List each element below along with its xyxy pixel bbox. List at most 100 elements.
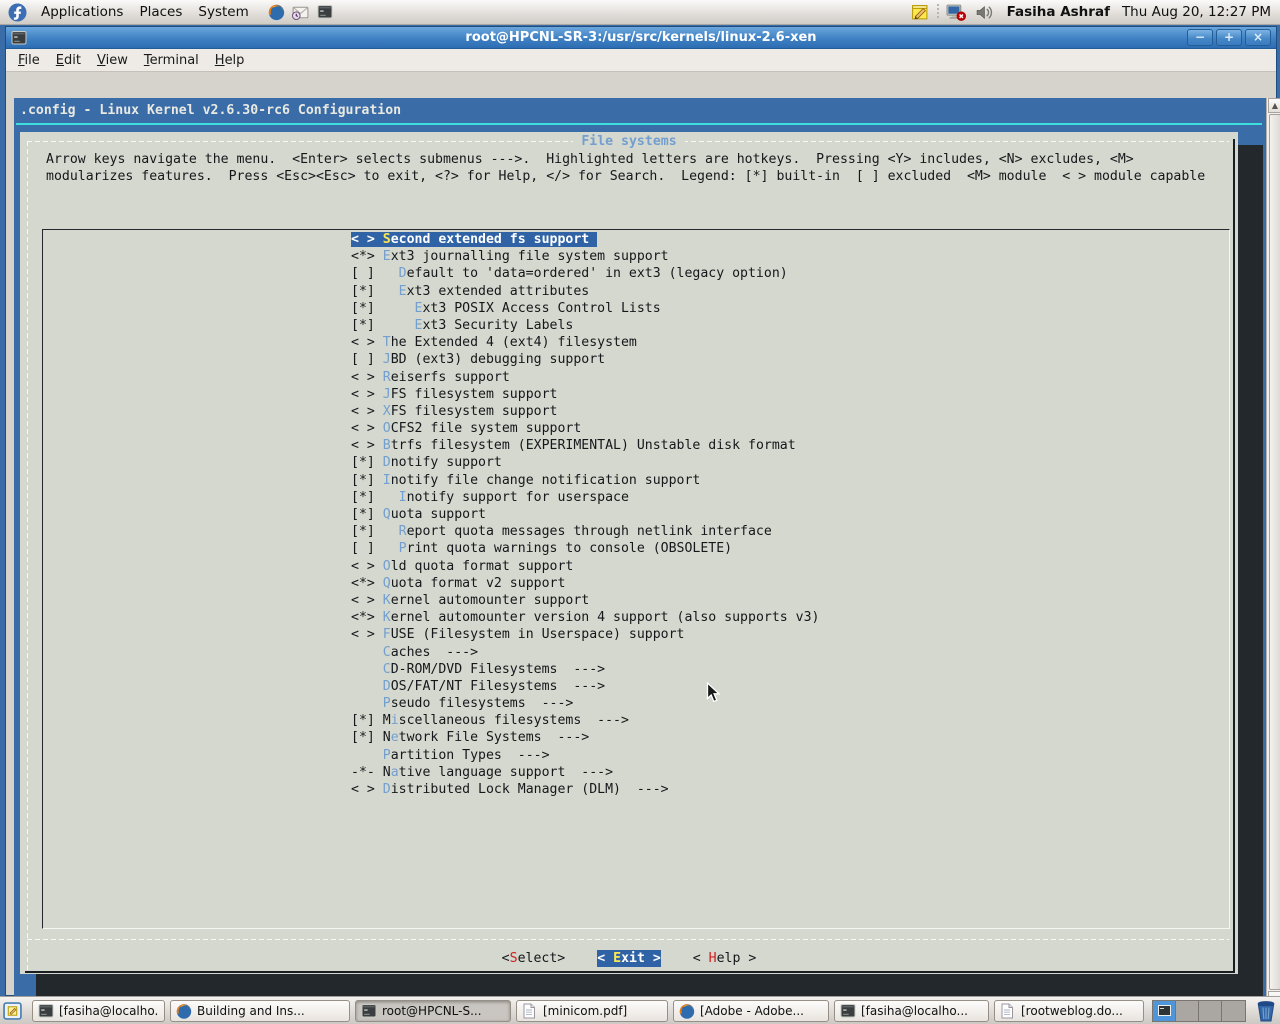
menu-item[interactable]: < > Old quota format support	[351, 558, 819, 575]
menu-item[interactable]: <*> Ext3 journalling file system support	[351, 248, 819, 265]
menu-item[interactable]: [*] Miscellaneous filesystems --->	[351, 712, 819, 729]
panel-menu-system[interactable]: System	[190, 1, 256, 23]
taskbar-window-label: root@HPCNL-S...	[382, 1004, 482, 1018]
notes-icon[interactable]	[910, 2, 930, 22]
menu-item[interactable]: Partition Types --->	[351, 747, 819, 764]
menu-item[interactable]: [*] Inotify support for userspace	[351, 489, 819, 506]
dialog-button-help[interactable]: < Help >	[693, 950, 757, 967]
panel-menus: ApplicationsPlacesSystem	[33, 1, 257, 23]
menu-item[interactable]: < > XFS filesystem support	[351, 403, 819, 420]
bottom-taskbar: [fasiha@localho...Building and Ins...roo…	[0, 996, 1280, 1024]
menubar-item-edit[interactable]: Edit	[48, 50, 89, 71]
instructions-line-2: modularizes features. Press <Esc><Esc> t…	[46, 168, 1205, 185]
volume-icon[interactable]	[975, 2, 995, 22]
dialog-button-select[interactable]: <Select>	[502, 950, 566, 967]
window-title: root@HPCNL-SR-3:/usr/src/kernels/linux-2…	[6, 30, 1276, 45]
desktop: ApplicationsPlacesSystem Fasiha Ashraf T…	[0, 0, 1280, 1024]
menu-item[interactable]: < > JFS filesystem support	[351, 386, 819, 403]
menu-item[interactable]: [*] Network File Systems --->	[351, 729, 819, 746]
menubar-item-help[interactable]: Help	[207, 50, 253, 71]
menu-item[interactable]: < > The Extended 4 (ext4) filesystem	[351, 334, 819, 351]
panel-menu-applications[interactable]: Applications	[33, 1, 131, 23]
menu-item[interactable]: [ ] Default to 'data=ordered' in ext3 (l…	[351, 265, 819, 282]
terminal-screen: .config - Linux Kernel v2.6.30-rc6 Confi…	[14, 98, 1266, 1021]
panel-menu-places[interactable]: Places	[131, 1, 190, 23]
menu-item[interactable]: < > OCFS2 file system support	[351, 420, 819, 437]
dialog-border-left	[27, 141, 28, 970]
panel-status-area: Fasiha Ashraf Thu Aug 20, 12:27 PM	[908, 2, 1275, 22]
taskbar-window-button[interactable]: [fasiha@localho...	[32, 1000, 165, 1022]
menubar-item-terminal[interactable]: Terminal	[136, 50, 207, 71]
window-controls: −+×	[1187, 29, 1271, 46]
document-icon	[1000, 1003, 1016, 1019]
terminal-window: root@HPCNL-SR-3:/usr/src/kernels/linux-2…	[5, 26, 1277, 996]
taskbar-window-button[interactable]: [fasiha@localho...	[834, 1000, 989, 1022]
dialog-title: File systems	[20, 133, 1238, 150]
taskbar-window-button[interactable]: [rootweblog.do...	[994, 1000, 1144, 1022]
menu-list: < > Second extended fs support <*> Ext3 …	[351, 231, 819, 798]
dialog-button-exit[interactable]: < Exit >	[597, 950, 661, 967]
menu-item[interactable]: CD-ROM/DVD Filesystems --->	[351, 661, 819, 678]
terminal-window-icon	[11, 30, 27, 46]
menu-item[interactable]: [ ] Print quota warnings to console (OBS…	[351, 540, 819, 557]
menubar-item-view[interactable]: View	[89, 50, 136, 71]
firefox-icon[interactable]	[267, 2, 287, 22]
menu-item[interactable]: [*] Ext3 extended attributes	[351, 283, 819, 300]
menu-item[interactable]: < > Btrfs filesystem (EXPERIMENTAL) Unst…	[351, 437, 819, 454]
workspace-1[interactable]	[1153, 1001, 1176, 1021]
taskbar-window-label: [rootweblog.do...	[1021, 1004, 1123, 1018]
status-separator	[937, 4, 939, 20]
menu-item[interactable]: < > FUSE (Filesystem in Userspace) suppo…	[351, 626, 819, 643]
menu-item[interactable]: <*> Quota format v2 support	[351, 575, 819, 592]
workspace-4[interactable]	[1222, 1001, 1245, 1021]
menu-item[interactable]: < > Reiserfs support	[351, 369, 819, 386]
terminal-scrollbar[interactable]: ▲ ▲ ▼	[1266, 98, 1280, 1021]
menu-item[interactable]: [*] Ext3 Security Labels	[351, 317, 819, 334]
dialog-shadow-right	[1238, 145, 1263, 997]
scrollbar-thumb[interactable]	[1269, 114, 1280, 990]
taskbar-window-button[interactable]: [minicom.pdf]	[516, 1000, 668, 1022]
menu-item[interactable]: < > Kernel automounter support	[351, 592, 819, 609]
close-button[interactable]: ×	[1245, 29, 1271, 46]
menu-item[interactable]: < > Second extended fs support	[351, 231, 819, 248]
menu-item[interactable]: DOS/FAT/NT Filesystems --->	[351, 678, 819, 695]
menu-item[interactable]: [*] Inotify file change notification sup…	[351, 472, 819, 489]
fedora-logo-icon[interactable]	[7, 2, 27, 22]
menu-item[interactable]: [*] Ext3 POSIX Access Control Lists	[351, 300, 819, 317]
menu-item[interactable]: < > Distributed Lock Manager (DLM) --->	[351, 781, 819, 798]
firefox-icon	[679, 1003, 695, 1019]
taskbar-window-button[interactable]: [Adobe - Adobe...	[673, 1000, 829, 1022]
terminal-icon	[38, 1003, 54, 1019]
menu-item[interactable]: <*> Kernel automounter version 4 support…	[351, 609, 819, 626]
menubar-item-file[interactable]: File	[10, 50, 48, 71]
mail-clock-icon[interactable]	[291, 2, 311, 22]
menu-item[interactable]: [*] Report quota messages through netlin…	[351, 523, 819, 540]
menu-item[interactable]: [*] Dnotify support	[351, 454, 819, 471]
menu-item[interactable]: [*] Quota support	[351, 506, 819, 523]
taskbar-window-button[interactable]: Building and Ins...	[170, 1000, 350, 1022]
window-titlebar[interactable]: root@HPCNL-SR-3:/usr/src/kernels/linux-2…	[6, 27, 1276, 49]
show-desktop-button[interactable]	[3, 1000, 22, 1022]
top-panel: ApplicationsPlacesSystem Fasiha Ashraf T…	[0, 0, 1280, 25]
header-separator-line	[16, 123, 1262, 125]
scroll-up-button[interactable]: ▲	[1268, 98, 1280, 113]
maximize-button[interactable]: +	[1216, 29, 1242, 46]
terminal-icon[interactable]	[315, 2, 335, 22]
menu-item[interactable]: [ ] JBD (ext3) debugging support	[351, 351, 819, 368]
menu-item[interactable]: -*- Native language support --->	[351, 764, 819, 781]
menuconfig-header: .config - Linux Kernel v2.6.30-rc6 Confi…	[20, 102, 401, 119]
clock[interactable]: Thu Aug 20, 12:27 PM	[1122, 4, 1271, 20]
user-menu[interactable]: Fasiha Ashraf	[1007, 4, 1110, 20]
network-offline-icon[interactable]	[946, 2, 966, 22]
trash-icon[interactable]	[1255, 998, 1277, 1024]
menu-item[interactable]: Pseudo filesystems --->	[351, 695, 819, 712]
panel-launchers	[265, 2, 337, 22]
workspace-2[interactable]	[1176, 1001, 1199, 1021]
minimize-button[interactable]: −	[1187, 29, 1213, 46]
taskbar-window-button[interactable]: root@HPCNL-S...	[355, 1000, 511, 1022]
terminal-icon	[840, 1003, 856, 1019]
taskbar-window-label: [Adobe - Adobe...	[700, 1004, 804, 1018]
dialog-border-bottom	[25, 971, 1235, 973]
menu-item[interactable]: Caches --->	[351, 644, 819, 661]
workspace-3[interactable]	[1199, 1001, 1222, 1021]
